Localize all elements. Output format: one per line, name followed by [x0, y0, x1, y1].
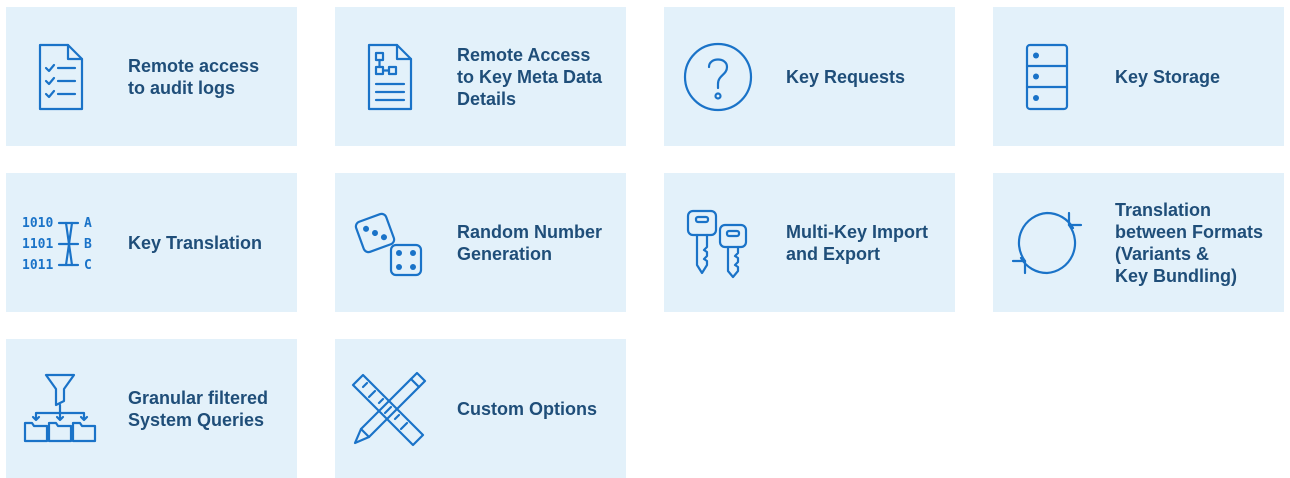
tile-label: Custom Options: [457, 398, 597, 419]
tile-key-meta-data-details: Remote Access to Key Meta Data Details: [335, 7, 626, 146]
dice-icon: [349, 203, 429, 283]
pencil-ruler-icon: [349, 369, 429, 449]
tile-key-requests: Key Requests: [664, 7, 955, 146]
tile-label: Random Number Generation: [457, 221, 603, 264]
tile-remote-access-audit-logs: Remote access to audit logs: [6, 7, 297, 146]
tile-label: Key Translation: [128, 232, 263, 253]
binary-row: 1010: [22, 216, 53, 231]
question-mark-icon: [678, 37, 758, 117]
feature-grid: Remote access to audit logs Remote Acces…: [6, 7, 1284, 478]
tile-label: Multi-Key Import and Export: [786, 221, 928, 264]
tile-key-translation: 1010 1101 1011 A B C Key Translation: [6, 173, 297, 312]
server-storage-icon: [1007, 37, 1087, 117]
tile-key-storage: Key Storage: [993, 7, 1284, 146]
binary-row: 1101: [22, 237, 53, 252]
tile-translation-between-formats: Translation between Formats (Variants & …: [993, 173, 1284, 312]
tile-label: Remote access to audit logs: [128, 55, 260, 98]
letter: B: [84, 237, 92, 252]
tile-label: Key Requests: [786, 66, 906, 87]
binary-translation-icon: 1010 1101 1011 A B C: [20, 203, 100, 283]
tile-label: Translation between Formats (Variants & …: [1115, 199, 1264, 286]
binary-row: 1011: [22, 258, 53, 273]
flowchart-document-icon: [349, 37, 429, 117]
refresh-cycle-icon: [1007, 203, 1087, 283]
tile-label: Remote Access to Key Meta Data Details: [457, 44, 603, 109]
funnel-folders-icon: [20, 369, 100, 449]
letter: C: [84, 258, 92, 273]
tile-label: Key Storage: [1115, 66, 1221, 87]
letter: A: [84, 216, 92, 231]
tile-random-number-generation: Random Number Generation: [335, 173, 626, 312]
tile-label: Granular filtered System Queries: [128, 387, 269, 430]
checklist-document-icon: [20, 37, 100, 117]
tile-granular-filtered-system-queries: Granular filtered System Queries: [6, 339, 297, 478]
tile-multi-key-import-export: Multi-Key Import and Export: [664, 173, 955, 312]
tile-custom-options: Custom Options: [335, 339, 626, 478]
keys-icon: [678, 203, 758, 283]
